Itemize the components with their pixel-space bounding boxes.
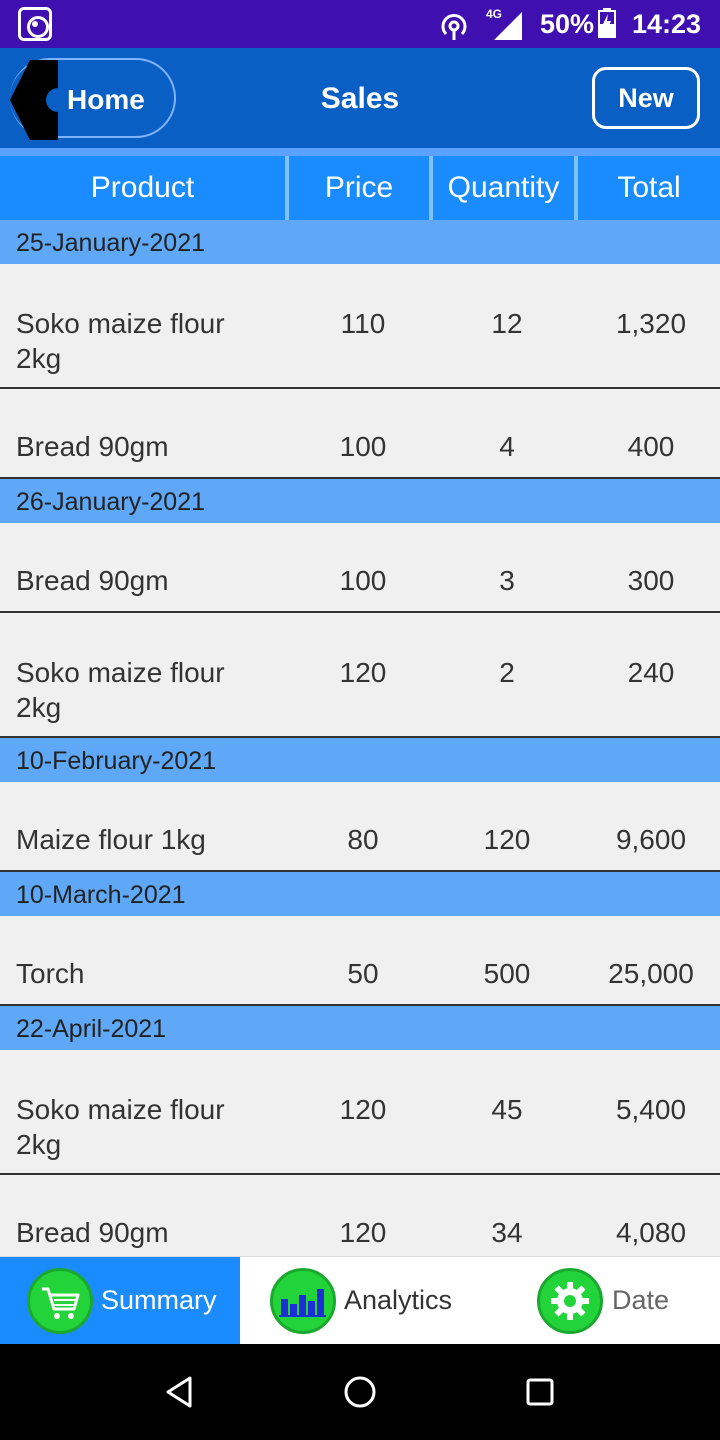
cell-quantity: 120 bbox=[483, 824, 531, 855]
table-row[interactable]: Maize flour 1kg 80 120 9,600 bbox=[0, 782, 720, 872]
cell-total: 400 bbox=[627, 431, 675, 462]
header-quantity[interactable]: Quantity bbox=[433, 156, 578, 220]
table-row[interactable]: Soko maize flour 2kg 110 12 1,320 bbox=[0, 264, 720, 389]
table-header: Product Price Quantity Total bbox=[0, 156, 720, 220]
cell-price: 120 bbox=[339, 1094, 387, 1125]
app-bar-divider bbox=[0, 148, 720, 156]
tab-summary[interactable]: Summary bbox=[0, 1257, 240, 1345]
cell-product: Torch bbox=[16, 958, 85, 989]
date-group-header: 10-March-2021 bbox=[0, 872, 720, 916]
cell-price: 100 bbox=[339, 431, 387, 462]
cart-icon bbox=[27, 1268, 93, 1334]
date-group-header: 22-April-2021 bbox=[0, 1006, 720, 1050]
cell-product: Soko maize flour 2kg bbox=[16, 657, 225, 723]
cell-price: 100 bbox=[339, 565, 387, 596]
cell-product: Bread 90gm bbox=[16, 1217, 169, 1248]
cell-total: 25,000 bbox=[608, 958, 694, 989]
table-row[interactable]: Bread 90gm 100 4 400 bbox=[0, 389, 720, 479]
date-group-header: 10-February-2021 bbox=[0, 738, 720, 782]
signal-icon: 4G bbox=[486, 7, 522, 40]
cell-product: Maize flour 1kg bbox=[16, 824, 206, 855]
cell-total: 4,080 bbox=[615, 1217, 687, 1248]
cell-total: 1,320 bbox=[615, 308, 687, 339]
cell-price: 110 bbox=[340, 308, 386, 339]
gear-icon bbox=[537, 1268, 603, 1334]
header-total[interactable]: Total bbox=[578, 156, 720, 220]
cell-quantity: 500 bbox=[483, 958, 531, 989]
svg-text:4G: 4G bbox=[486, 7, 502, 21]
cell-total: 5,400 bbox=[615, 1094, 687, 1125]
cell-quantity: 34 bbox=[491, 1217, 523, 1248]
cell-total: 9,600 bbox=[615, 824, 687, 855]
home-button[interactable]: Home bbox=[10, 58, 176, 140]
system-nav-bar bbox=[0, 1344, 720, 1440]
home-icon[interactable] bbox=[340, 1372, 380, 1412]
table-row[interactable]: Bread 90gm 120 34 4,080 bbox=[0, 1175, 720, 1256]
cell-quantity: 4 bbox=[499, 431, 515, 462]
cell-quantity: 3 bbox=[499, 565, 515, 596]
cell-product: Soko maize flour 2kg bbox=[16, 1094, 225, 1160]
battery-icon bbox=[598, 8, 616, 38]
hotspot-icon bbox=[441, 14, 467, 40]
table-row[interactable]: Bread 90gm 100 3 300 bbox=[0, 523, 720, 613]
cell-price: 80 bbox=[347, 824, 379, 855]
tab-label: Summary bbox=[101, 1285, 217, 1315]
cell-price: 120 bbox=[339, 657, 387, 688]
date-group-header: 26-January-2021 bbox=[0, 479, 720, 523]
cell-product: Bread 90gm bbox=[16, 565, 169, 596]
new-button[interactable]: New bbox=[592, 67, 700, 129]
tab-analytics[interactable]: Analytics bbox=[240, 1257, 506, 1345]
app-icon bbox=[18, 7, 52, 41]
date-group-header: 25-January-2021 bbox=[0, 220, 720, 264]
clock: 14:23 bbox=[632, 9, 702, 39]
header-price[interactable]: Price bbox=[289, 156, 433, 220]
tab-label: Analytics bbox=[344, 1285, 453, 1315]
cell-price: 120 bbox=[339, 1217, 387, 1248]
status-bar: 4G 50% 14:23 bbox=[0, 0, 720, 48]
cell-quantity: 2 bbox=[499, 657, 515, 688]
bar-chart-icon bbox=[270, 1268, 336, 1334]
battery-percent: 50% bbox=[540, 9, 595, 39]
cell-quantity: 45 bbox=[491, 1094, 523, 1125]
sales-list[interactable]: 25-January-2021 Soko maize flour 2kg 110… bbox=[0, 220, 720, 1256]
back-icon[interactable] bbox=[160, 1372, 200, 1412]
tab-date[interactable]: Date bbox=[506, 1257, 720, 1345]
cell-total: 240 bbox=[627, 657, 675, 688]
app-bar: Home Sales New bbox=[0, 48, 720, 152]
home-label: Home bbox=[67, 84, 145, 115]
header-product[interactable]: Product bbox=[0, 156, 289, 220]
cell-product: Soko maize flour 2kg bbox=[16, 308, 225, 374]
table-row[interactable]: Soko maize flour 2kg 120 2 240 bbox=[0, 613, 720, 738]
tab-label: Date bbox=[612, 1285, 670, 1315]
back-arrow-icon bbox=[10, 60, 58, 140]
cell-total: 300 bbox=[627, 565, 675, 596]
table-row[interactable]: Soko maize flour 2kg 120 45 5,400 bbox=[0, 1050, 720, 1175]
cell-price: 50 bbox=[347, 958, 379, 989]
bottom-tab-bar: Summary Analytics Date bbox=[0, 1256, 720, 1345]
cell-product: Bread 90gm bbox=[16, 431, 169, 462]
cell-quantity: 12 bbox=[491, 308, 523, 339]
table-row[interactable]: Torch 50 500 25,000 bbox=[0, 916, 720, 1006]
recents-icon[interactable] bbox=[520, 1372, 560, 1412]
